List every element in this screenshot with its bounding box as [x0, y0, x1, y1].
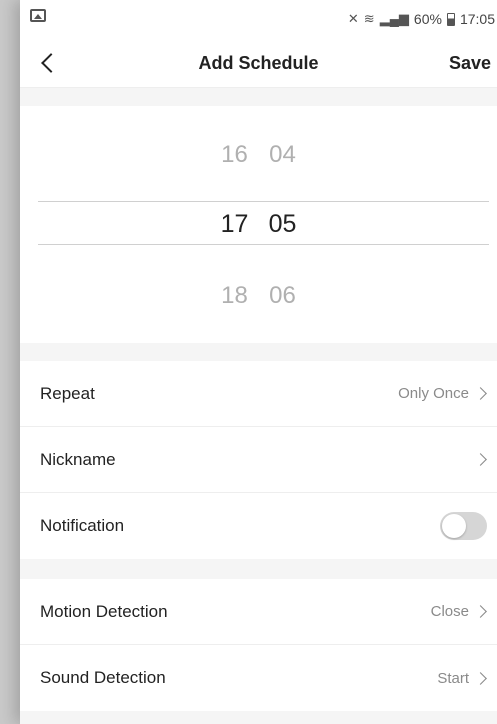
picker-row-prev[interactable]: 16 04: [20, 141, 497, 169]
signal-icon: ▂▄▆: [379, 11, 409, 26]
motion-detection-value: Close: [430, 603, 469, 620]
sound-detection-label: Sound Detection: [40, 668, 166, 687]
hour-next[interactable]: 18: [219, 282, 251, 310]
chevron-right-icon: [474, 453, 487, 466]
save-button[interactable]: Save: [449, 53, 491, 74]
repeat-row[interactable]: Repeat Only Once: [20, 361, 497, 427]
notification-row: Notification: [20, 493, 497, 559]
settings-group-main: Repeat Only Once Nickname Notification: [20, 361, 497, 559]
status-bar: ✕ ≋ ▂▄▆ 60% 17:05: [20, 0, 497, 40]
picker-row-next[interactable]: 18 06: [20, 282, 497, 310]
settings-group-detection: Motion Detection Close Sound Detection S…: [20, 579, 497, 711]
battery-icon: [446, 12, 455, 26]
toggle-knob: [442, 514, 466, 538]
mute-icon: ✕: [347, 11, 359, 26]
spacer: [20, 343, 497, 361]
image-icon: [30, 9, 46, 22]
sound-detection-row[interactable]: Sound Detection Start: [20, 645, 497, 711]
battery-percent: 60%: [413, 11, 442, 27]
hour-current[interactable]: 17: [219, 210, 251, 239]
phone-screen: ✕ ≋ ▂▄▆ 60% 17:05 Add Schedule Save 16 0…: [20, 0, 497, 724]
nav-bar: Add Schedule Save: [20, 40, 497, 88]
nickname-label: Nickname: [40, 449, 116, 469]
clock: 17:05: [459, 11, 495, 27]
sound-detection-value: Start: [437, 669, 469, 687]
motion-detection-row[interactable]: Motion Detection Close: [20, 579, 497, 645]
hour-prev[interactable]: 16: [219, 141, 251, 169]
chevron-right-icon: [474, 387, 487, 400]
chevron-right-icon: [474, 605, 487, 618]
notification-label: Notification: [40, 516, 125, 535]
time-picker[interactable]: 16 04 17 05 18 06: [20, 106, 497, 343]
spacer: [20, 88, 497, 106]
page-title: Add Schedule: [198, 53, 319, 73]
status-left: [30, 9, 46, 22]
nickname-row[interactable]: Nickname: [20, 427, 497, 493]
picker-row-current[interactable]: 17 05: [20, 210, 497, 239]
chevron-right-icon: [474, 671, 487, 685]
spacer: [20, 559, 497, 579]
status-right: ✕ ≋ ▂▄▆ 60% 17:05: [348, 11, 495, 27]
minute-next[interactable]: 06: [267, 282, 299, 310]
motion-detection-label: Motion Detection: [40, 601, 168, 621]
notification-toggle[interactable]: [440, 512, 487, 540]
wifi-icon: ≋: [363, 11, 375, 26]
picker-divider-bottom: [38, 244, 489, 245]
repeat-value: Only Once: [398, 385, 469, 402]
minute-current[interactable]: 05: [267, 210, 299, 239]
picker-divider-top: [38, 201, 489, 202]
repeat-label: Repeat: [40, 383, 95, 403]
minute-prev[interactable]: 04: [267, 141, 299, 169]
